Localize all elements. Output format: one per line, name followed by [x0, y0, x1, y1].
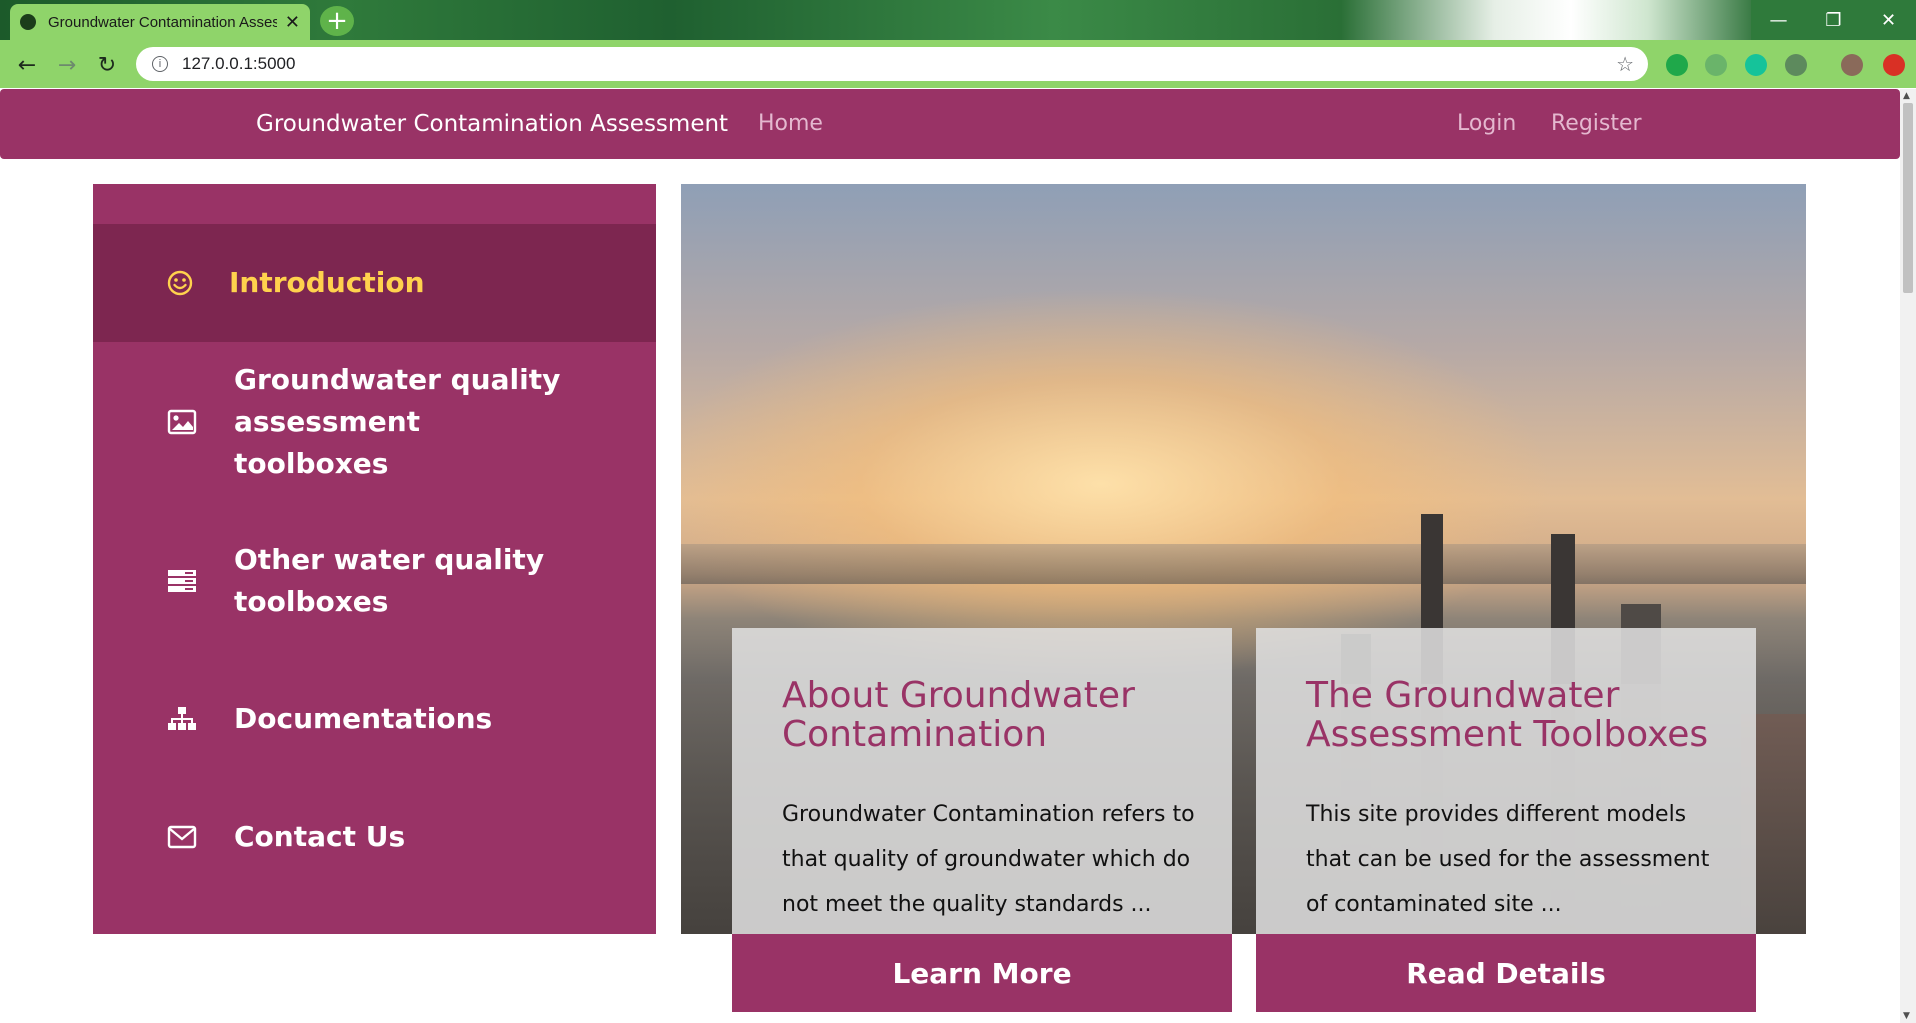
scroll-up-arrow-icon[interactable]: ▲: [1903, 91, 1910, 101]
grammarly-icon[interactable]: [1745, 54, 1767, 76]
sidebar-item-label: Contact Us: [234, 820, 406, 853]
server-icon: [167, 566, 197, 596]
about-card: About Groundwater Contamination Groundwa…: [732, 628, 1232, 934]
close-tab-icon[interactable]: ✕: [285, 12, 300, 33]
address-bar[interactable]: i 127.0.0.1:5000 ☆: [136, 47, 1648, 81]
react-devtools-icon[interactable]: [1705, 54, 1727, 76]
sidebar-menu: Introduction Groundwater quality assessm…: [93, 184, 656, 934]
minimize-button[interactable]: —: [1751, 0, 1806, 40]
scrollbar-thumb[interactable]: [1903, 103, 1913, 293]
bookmark-star-icon[interactable]: ☆: [1616, 52, 1634, 77]
sidebar-item-label: Other water quality toolboxes: [234, 543, 545, 618]
scroll-down-arrow-icon[interactable]: ▼: [1903, 1011, 1910, 1021]
card-title: The Groundwater Assessment Toolboxes: [1306, 675, 1709, 755]
sidebar-item-contact-us[interactable]: Contact Us: [93, 778, 656, 896]
card-text: This site provides different models that…: [1306, 802, 1710, 917]
card-text: Groundwater Contamination refers to that…: [782, 802, 1195, 917]
url-text: 127.0.0.1:5000: [182, 54, 296, 73]
page-scrollbar[interactable]: ▲ ▼: [1900, 89, 1916, 1023]
close-window-button[interactable]: ✕: [1861, 0, 1916, 40]
new-tab-button[interactable]: +: [320, 6, 354, 36]
sidebar-item-groundwater-toolboxes[interactable]: Groundwater quality assessment toolboxes: [93, 342, 656, 502]
browser-toolbar: ← → ↻ i 127.0.0.1:5000 ☆: [0, 40, 1916, 88]
image-icon: [167, 407, 197, 437]
sidebar-item-label: Documentations: [234, 702, 493, 735]
sitemap-icon: [167, 704, 197, 734]
toolboxes-card: The Groundwater Assessment Toolboxes Thi…: [1256, 628, 1756, 934]
sidebar-item-label: Groundwater quality assessment toolboxes: [234, 363, 561, 480]
recycle-icon[interactable]: [1785, 54, 1807, 76]
envelope-icon: [167, 822, 197, 852]
reload-icon[interactable]: ↻: [92, 50, 122, 80]
site-navbar: Groundwater Contamination Assessment Hom…: [0, 89, 1900, 159]
back-arrow-icon[interactable]: ←: [12, 50, 42, 80]
extension-green-icon[interactable]: [1666, 54, 1688, 76]
nav-register-link[interactable]: Register: [1551, 111, 1642, 136]
learn-more-button[interactable]: Learn More: [732, 934, 1232, 1012]
read-details-button[interactable]: Read Details: [1256, 934, 1756, 1012]
tab-title: Groundwater Contamination Assessment: [48, 13, 277, 31]
smiley-icon: [165, 268, 195, 298]
globe-icon: [20, 14, 36, 30]
sidebar-item-label: Introduction: [229, 266, 425, 299]
browser-tab-strip: Groundwater Contamination Assessment ✕ +…: [0, 0, 1916, 40]
forward-arrow-icon[interactable]: →: [52, 50, 82, 80]
profile-avatar[interactable]: [1841, 54, 1863, 76]
nav-home-link[interactable]: Home: [758, 111, 823, 136]
site-brand[interactable]: Groundwater Contamination Assessment: [256, 111, 728, 137]
browser-tab[interactable]: Groundwater Contamination Assessment ✕: [10, 4, 310, 40]
card-title: About Groundwater Contamination: [782, 675, 1135, 755]
restore-button[interactable]: ❐: [1806, 0, 1861, 40]
sidebar-item-introduction[interactable]: Introduction: [93, 224, 656, 342]
update-icon[interactable]: [1883, 54, 1905, 76]
nav-login-link[interactable]: Login: [1457, 111, 1516, 136]
sidebar-item-documentations[interactable]: Documentations: [93, 660, 656, 778]
info-icon[interactable]: i: [152, 56, 168, 72]
sidebar-item-other-toolboxes[interactable]: Other water quality toolboxes: [93, 502, 656, 660]
